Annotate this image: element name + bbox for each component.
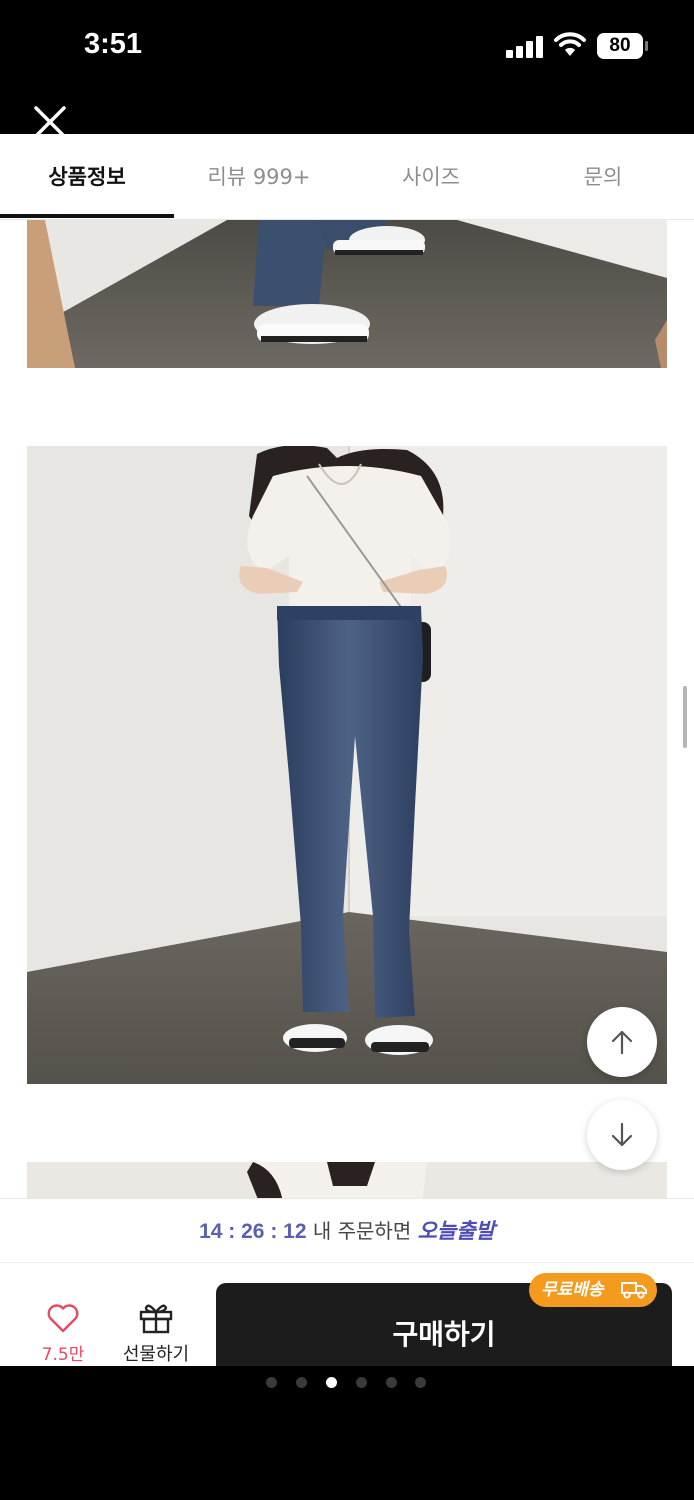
active-tab-indicator	[0, 214, 174, 218]
product-photo	[27, 1162, 667, 1198]
arrow-down-icon	[611, 1122, 633, 1147]
product-tabs: 상품정보 리뷰 999+ 사이즈 문의	[0, 134, 694, 220]
tab-product-info[interactable]: 상품정보	[2, 134, 172, 220]
promo-text: 내 주문하면	[312, 1219, 412, 1243]
page-dot[interactable]	[356, 1377, 367, 1388]
same-day-label: 오늘출발	[417, 1219, 495, 1243]
tab-inquiry[interactable]: 문의	[518, 134, 688, 220]
countdown-timer: 14 : 26 : 12	[199, 1220, 307, 1243]
arrow-up-icon	[611, 1030, 633, 1055]
scroll-to-top-button[interactable]	[587, 1007, 657, 1077]
status-time: 3:51	[84, 28, 143, 60]
modal-header	[0, 92, 694, 134]
gift-label: 선물하기	[122, 1344, 190, 1365]
page-dot-active[interactable]	[326, 1377, 337, 1388]
status-bar: 3:51	[0, 0, 694, 92]
like-button[interactable]: 7.5만	[30, 1302, 96, 1366]
page-dot[interactable]	[296, 1377, 307, 1388]
heart-icon	[47, 1304, 79, 1333]
scrollbar[interactable]	[683, 686, 687, 748]
tab-size[interactable]: 사이즈	[346, 134, 516, 220]
page-dot[interactable]	[266, 1377, 277, 1388]
product-photo-model	[27, 446, 667, 1084]
wifi-icon	[554, 32, 586, 56]
same-day-shipping-banner: 14 : 26 : 12 내 주문하면 오늘출발	[0, 1198, 694, 1262]
tab-reviews[interactable]: 리뷰 999+	[174, 134, 344, 220]
cellular-signal-icon	[506, 36, 544, 58]
page-dot[interactable]	[386, 1377, 397, 1388]
battery-level: 80	[609, 35, 631, 56]
product-photo	[27, 220, 667, 368]
battery-nub	[645, 41, 648, 51]
page-indicator	[0, 1366, 694, 1500]
like-count: 7.5만	[41, 1345, 85, 1365]
battery-icon: 80	[597, 33, 643, 59]
free-shipping-label: 무료배송	[541, 1280, 604, 1300]
delivery-truck-icon	[621, 1282, 647, 1299]
free-shipping-badge: 무료배송	[529, 1273, 657, 1307]
page-dot[interactable]	[415, 1377, 426, 1388]
gift-button[interactable]: 선물하기	[112, 1300, 200, 1366]
gift-icon	[139, 1304, 173, 1334]
scroll-to-bottom-button[interactable]	[587, 1100, 657, 1170]
